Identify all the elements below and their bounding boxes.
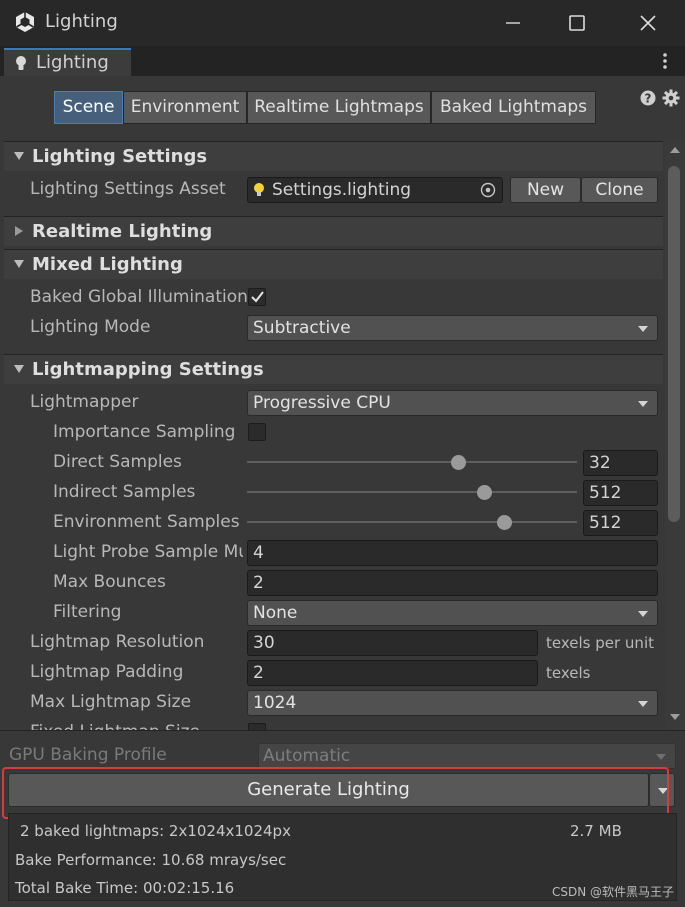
inspector-scroll-area: Lighting Settings Lighting Settings Asse… bbox=[0, 140, 665, 730]
object-picker-icon[interactable] bbox=[480, 182, 496, 198]
unity-logo-icon bbox=[14, 11, 36, 33]
light-probe-sample-field[interactable]: 4 bbox=[247, 540, 658, 566]
lighting-mode-label: Lighting Mode bbox=[30, 317, 151, 337]
padding-unit: texels bbox=[546, 664, 591, 682]
indirect-samples-field[interactable]: 512 bbox=[583, 480, 658, 506]
max-lightmap-size-dropdown[interactable]: 1024 bbox=[247, 690, 658, 716]
direct-samples-field[interactable]: 32 bbox=[583, 450, 658, 476]
lightmap-padding-label: Lightmap Padding bbox=[30, 662, 184, 682]
maximize-icon[interactable] bbox=[566, 12, 588, 34]
lightmap-padding-field[interactable]: 2 bbox=[247, 660, 538, 686]
max-lightmap-size-value: 1024 bbox=[253, 693, 297, 713]
resolution-unit: texels per unit bbox=[546, 634, 654, 652]
dropdown-arrow-icon bbox=[638, 401, 648, 407]
lighting-settings-asset-label: Lighting Settings Asset bbox=[30, 179, 226, 199]
section-title: Lightmapping Settings bbox=[32, 359, 264, 380]
section-title: Lighting Settings bbox=[32, 146, 208, 167]
foldout-arrow-icon bbox=[14, 365, 24, 373]
lightbulb-icon bbox=[14, 55, 28, 73]
new-button[interactable]: New bbox=[510, 177, 581, 203]
lighting-mode-value: Subtractive bbox=[253, 318, 351, 338]
filtering-value: None bbox=[253, 603, 298, 623]
dropdown-arrow-icon bbox=[638, 326, 648, 332]
foldout-arrow-icon bbox=[15, 226, 23, 236]
foldout-arrow-icon bbox=[14, 260, 24, 268]
checkmark-icon bbox=[251, 291, 264, 303]
direct-samples-slider[interactable] bbox=[247, 461, 577, 463]
tab-scene[interactable]: Scene bbox=[54, 91, 123, 124]
filtering-label: Filtering bbox=[53, 602, 122, 622]
lighting-settings-asset-field[interactable]: Settings.lighting bbox=[247, 177, 503, 203]
light-probe-sample-label: Light Probe Sample Mu bbox=[53, 542, 243, 562]
fixed-lightmap-size-toggle[interactable] bbox=[248, 723, 266, 730]
watermark: CSDN @软件黑马王子 bbox=[552, 885, 675, 899]
lightmapper-label: Lightmapper bbox=[30, 392, 139, 412]
lightmap-resolution-field[interactable]: 30 bbox=[247, 630, 538, 656]
baked-gi-toggle[interactable] bbox=[248, 288, 266, 306]
gpu-baking-profile-dropdown: Automatic bbox=[258, 743, 676, 769]
section-lightmapping-settings[interactable]: Lightmapping Settings bbox=[4, 354, 663, 384]
fixed-lightmap-size-label: Fixed Lightmap Size bbox=[30, 722, 200, 730]
environment-samples-label: Environment Samples bbox=[53, 512, 240, 532]
scroll-down-icon[interactable] bbox=[669, 713, 681, 721]
lightbulb-icon bbox=[254, 183, 264, 196]
svg-text:?: ? bbox=[645, 92, 652, 106]
section-lighting-settings[interactable]: Lighting Settings bbox=[4, 141, 663, 171]
environment-samples-thumb[interactable] bbox=[496, 515, 512, 530]
environment-samples-slider[interactable] bbox=[247, 521, 577, 523]
kebab-menu-icon[interactable] bbox=[660, 51, 670, 71]
bake-performance-stat: Bake Performance: 10.68 mrays/sec bbox=[15, 851, 287, 869]
scrollbar-thumb[interactable] bbox=[668, 166, 680, 522]
gear-icon[interactable] bbox=[662, 89, 680, 107]
max-bounces-field[interactable]: 2 bbox=[247, 570, 658, 596]
tab-baked-lightmaps[interactable]: Baked Lightmaps bbox=[431, 91, 596, 124]
direct-samples-label: Direct Samples bbox=[53, 452, 182, 472]
gpu-baking-profile-value: Automatic bbox=[263, 746, 351, 766]
minimize-icon[interactable] bbox=[502, 12, 524, 34]
total-bake-time-stat: Total Bake Time: 00:02:15.16 bbox=[15, 879, 235, 897]
tab-label: Lighting bbox=[36, 52, 109, 73]
indirect-samples-slider[interactable] bbox=[247, 491, 577, 493]
baked-lightmaps-stat: 2 baked lightmaps: 2x1024x1024px bbox=[20, 822, 291, 840]
section-mixed-lighting[interactable]: Mixed Lighting bbox=[4, 249, 663, 279]
max-bounces-label: Max Bounces bbox=[53, 572, 166, 592]
lighting-mode-dropdown[interactable]: Subtractive bbox=[247, 315, 658, 341]
section-title: Mixed Lighting bbox=[32, 254, 183, 275]
highlight-annotation bbox=[2, 767, 669, 819]
close-icon[interactable] bbox=[637, 12, 659, 34]
section-title: Realtime Lighting bbox=[32, 221, 213, 242]
importance-sampling-toggle[interactable] bbox=[248, 423, 266, 441]
clone-button[interactable]: Clone bbox=[581, 177, 658, 203]
asset-value: Settings.lighting bbox=[272, 180, 412, 200]
indirect-samples-label: Indirect Samples bbox=[53, 482, 196, 502]
dropdown-arrow-icon bbox=[638, 611, 648, 617]
filtering-dropdown[interactable]: None bbox=[247, 600, 658, 626]
baked-gi-label: Baked Global Illumination bbox=[30, 287, 248, 307]
help-icon[interactable]: ? bbox=[640, 90, 656, 106]
lightmapper-dropdown[interactable]: Progressive CPU bbox=[247, 390, 658, 416]
lightmap-resolution-label: Lightmap Resolution bbox=[30, 632, 205, 652]
lightmap-size-stat: 2.7 MB bbox=[570, 822, 622, 840]
dropdown-arrow-icon bbox=[656, 754, 666, 760]
indirect-samples-thumb[interactable] bbox=[477, 485, 493, 500]
foldout-arrow-icon bbox=[14, 152, 24, 160]
gpu-baking-profile-label: GPU Baking Profile bbox=[9, 745, 167, 765]
lightmapper-value: Progressive CPU bbox=[253, 393, 391, 413]
window-title: Lighting bbox=[45, 11, 118, 32]
scroll-up-icon[interactable] bbox=[669, 146, 681, 154]
tab-environment[interactable]: Environment bbox=[123, 91, 247, 124]
max-lightmap-size-label: Max Lightmap Size bbox=[30, 692, 192, 712]
section-realtime-lighting[interactable]: Realtime Lighting bbox=[4, 216, 663, 246]
tab-realtime-lightmaps[interactable]: Realtime Lightmaps bbox=[247, 91, 431, 124]
direct-samples-thumb[interactable] bbox=[450, 455, 466, 470]
importance-sampling-label: Importance Sampling bbox=[53, 422, 236, 442]
environment-samples-field[interactable]: 512 bbox=[583, 510, 658, 536]
dropdown-arrow-icon bbox=[638, 701, 648, 707]
